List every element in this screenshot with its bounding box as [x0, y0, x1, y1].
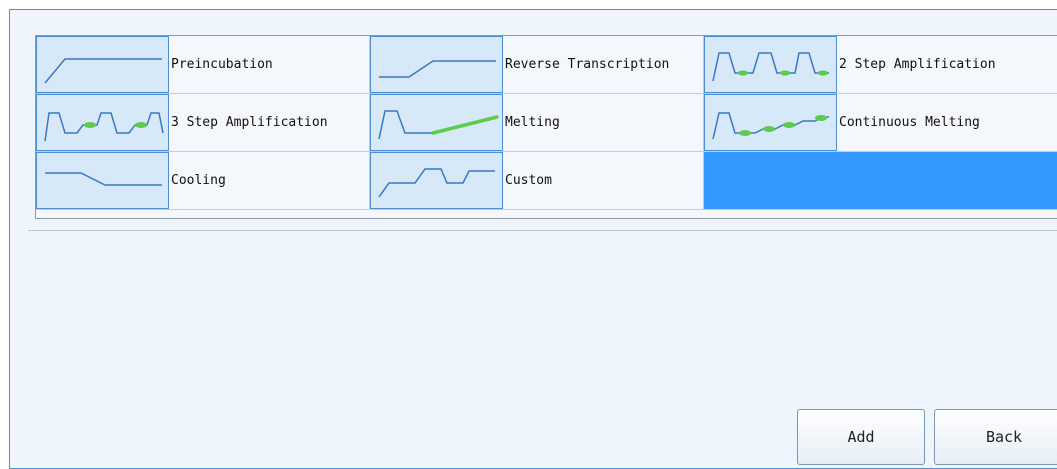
template-preincubation[interactable]: Preincubation	[36, 36, 370, 94]
template-label: Melting	[505, 115, 560, 130]
template-label: Continuous Melting	[839, 115, 980, 130]
continuous-melting-curve-icon	[704, 94, 837, 151]
melting-curve-icon	[370, 94, 503, 151]
divider	[28, 230, 1057, 231]
template-label: 2 Step Amplification	[839, 57, 996, 72]
preincubation-curve-icon	[36, 36, 169, 93]
three-step-amplification-curve-icon	[36, 94, 169, 151]
template-3-step-amplification[interactable]: 3 Step Amplification	[36, 94, 370, 152]
template-empty-selected[interactable]	[704, 152, 1057, 210]
program-template-panel: Preincubation Reverse Transcription 2 St…	[9, 9, 1057, 469]
reverse-transcription-curve-icon	[370, 36, 503, 93]
template-melting[interactable]: Melting	[370, 94, 704, 152]
template-label: Preincubation	[171, 57, 273, 72]
custom-curve-icon	[370, 152, 503, 209]
template-custom[interactable]: Custom	[370, 152, 704, 210]
add-button[interactable]: Add	[797, 409, 925, 465]
template-label: Reverse Transcription	[505, 57, 670, 72]
template-reverse-transcription[interactable]: Reverse Transcription	[370, 36, 704, 94]
cooling-curve-icon	[36, 152, 169, 209]
template-2-step-amplification[interactable]: 2 Step Amplification	[704, 36, 1057, 94]
template-grid: Preincubation Reverse Transcription 2 St…	[35, 35, 1057, 219]
back-button[interactable]: Back	[934, 409, 1057, 465]
template-cooling[interactable]: Cooling	[36, 152, 370, 210]
two-step-amplification-curve-icon	[704, 36, 837, 93]
template-label: 3 Step Amplification	[171, 115, 328, 130]
template-label: Cooling	[171, 173, 226, 188]
template-label: Custom	[505, 173, 552, 188]
template-continuous-melting[interactable]: Continuous Melting	[704, 94, 1057, 152]
